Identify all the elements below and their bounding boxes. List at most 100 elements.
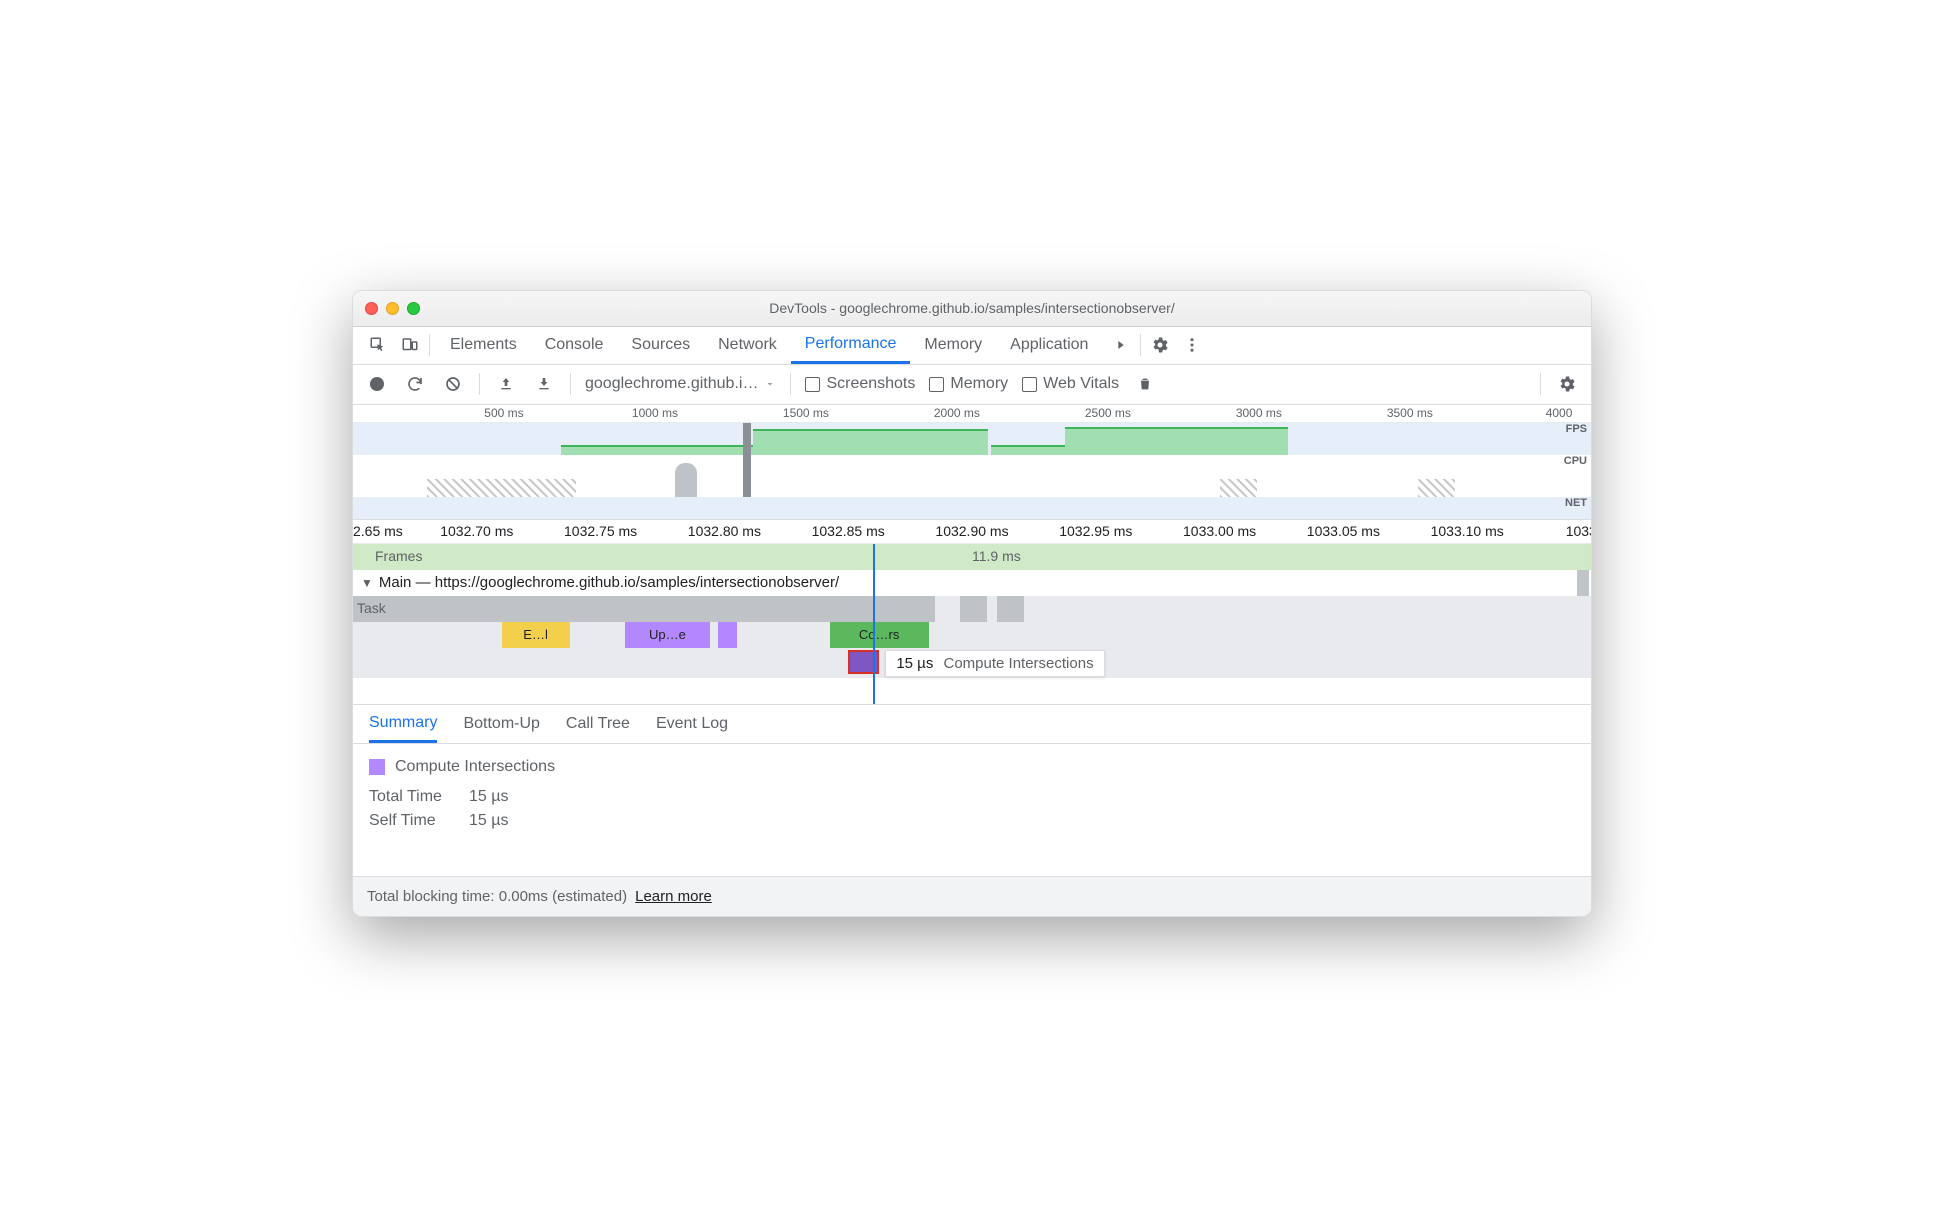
flame-event[interactable]: [718, 622, 737, 648]
frames-value: 11.9 ms: [972, 548, 1021, 564]
fps-lane: FPS: [353, 423, 1591, 455]
capture-settings-icon[interactable]: [1555, 372, 1579, 396]
webvitals-checkbox[interactable]: Web Vitals: [1022, 375, 1119, 393]
screenshots-checkbox[interactable]: Screenshots: [805, 375, 915, 393]
detail-tick: 1033.10 ms: [1431, 523, 1504, 539]
settings-icon[interactable]: [1147, 332, 1173, 358]
frames-track: Frames 11.9 ms: [353, 544, 1591, 570]
tab-memory[interactable]: Memory: [910, 327, 996, 364]
timeline-overview[interactable]: 500 ms1000 ms1500 ms2000 ms2500 ms3000 m…: [353, 405, 1591, 520]
detail-tick: 1032.90 ms: [935, 523, 1008, 539]
subevents-track: 15 µs Compute Intersections: [353, 648, 1591, 678]
fps-segment: [991, 445, 1065, 455]
overview-lanes: FPS CPU NET: [353, 423, 1591, 519]
flame-event[interactable]: Co…rs: [830, 622, 929, 648]
fps-segment: [753, 429, 988, 455]
record-button[interactable]: [365, 372, 389, 396]
memory-label: Memory: [950, 375, 1008, 393]
details-tab-summary[interactable]: Summary: [369, 705, 437, 743]
summary-row: Total Time 15 µs: [369, 788, 1575, 806]
profile-select-label: googlechrome.github.i…: [585, 375, 758, 393]
detail-tick: 1032.85 ms: [812, 523, 885, 539]
detail-tick: 1032.75 ms: [564, 523, 637, 539]
save-profile-icon[interactable]: [532, 372, 556, 396]
details-tab-bottom-up[interactable]: Bottom-Up: [463, 705, 539, 743]
overview-tick: 1500 ms: [783, 406, 829, 420]
summary-panel: Compute Intersections Total Time15 µsSel…: [353, 744, 1591, 876]
main-thread-header[interactable]: ▼ Main — https://googlechrome.github.io/…: [353, 570, 1591, 596]
fps-segment: [1065, 427, 1288, 455]
profile-select[interactable]: googlechrome.github.i…: [585, 375, 776, 393]
performance-toolbar: googlechrome.github.i… Screenshots Memor…: [353, 365, 1591, 405]
detail-tick: 1032.70 ms: [440, 523, 513, 539]
flame-chart[interactable]: Frames 11.9 ms ▼ Main — https://googlech…: [353, 544, 1591, 704]
cpu-label: CPU: [1564, 455, 1587, 467]
summary-key: Total Time: [369, 788, 449, 806]
reload-record-button[interactable]: [403, 372, 427, 396]
learn-more-link[interactable]: Learn more: [635, 888, 712, 905]
frames-label: Frames: [375, 548, 422, 564]
overview-tick: 500 ms: [484, 406, 523, 420]
detail-tick: 1032.80 ms: [688, 523, 761, 539]
inspect-element-icon[interactable]: [365, 332, 391, 358]
summary-row: Self Time 15 µs: [369, 812, 1575, 830]
load-profile-icon[interactable]: [494, 372, 518, 396]
main-tabs: ElementsConsoleSourcesNetworkPerformance…: [353, 327, 1591, 365]
window-title: DevTools - googlechrome.github.io/sample…: [353, 300, 1591, 316]
flame-event[interactable]: Up…e: [625, 622, 709, 648]
tab-application[interactable]: Application: [996, 327, 1102, 364]
webvitals-label: Web Vitals: [1043, 375, 1119, 393]
tab-network[interactable]: Network: [704, 327, 791, 364]
tab-performance[interactable]: Performance: [791, 327, 911, 364]
flame-event[interactable]: E…l: [502, 622, 570, 648]
task-segment[interactable]: [960, 596, 987, 622]
clear-button[interactable]: [441, 372, 465, 396]
titlebar: DevTools - googlechrome.github.io/sample…: [353, 291, 1591, 327]
device-toggle-icon[interactable]: [397, 332, 423, 358]
tab-elements[interactable]: Elements: [436, 327, 531, 364]
main-thread-title: Main — https://googlechrome.github.io/sa…: [379, 574, 839, 591]
overview-tick: 2500 ms: [1085, 406, 1131, 420]
event-color-swatch: [369, 759, 385, 775]
cpu-lane: CPU: [353, 455, 1591, 497]
separator: [1140, 334, 1141, 356]
details-tab-event-log[interactable]: Event Log: [656, 705, 728, 743]
summary-key: Self Time: [369, 812, 449, 830]
tooltip-duration: 15 µs: [896, 655, 933, 672]
tooltip-name: Compute Intersections: [944, 655, 1094, 672]
task-segment[interactable]: [353, 596, 935, 622]
task-segment[interactable]: [997, 596, 1024, 622]
kebab-menu-icon[interactable]: [1179, 332, 1205, 358]
events-track: E…l Up…e Co…rs: [353, 622, 1591, 648]
summary-value: 15 µs: [469, 788, 508, 806]
detail-tick: 1033.00 ms: [1183, 523, 1256, 539]
details-tabs: Summary Bottom-Up Call Tree Event Log: [353, 704, 1591, 744]
separator: [570, 373, 571, 395]
summary-title: Compute Intersections: [395, 758, 555, 776]
fps-label: FPS: [1566, 423, 1587, 435]
devtools-window: DevTools - googlechrome.github.io/sample…: [352, 290, 1592, 917]
memory-checkbox[interactable]: Memory: [929, 375, 1008, 393]
net-lane: NET: [353, 497, 1591, 519]
separator: [429, 334, 430, 356]
blocking-time-text: Total blocking time: 0.00ms (estimated): [367, 888, 627, 905]
fps-segment: [561, 445, 753, 455]
playhead[interactable]: [873, 544, 875, 704]
detail-tick: 1033.15: [1566, 523, 1591, 539]
detail-tick: 1032.95 ms: [1059, 523, 1132, 539]
tab-console[interactable]: Console: [531, 327, 618, 364]
overview-tick: 2000 ms: [934, 406, 980, 420]
task-label: Task: [357, 600, 386, 616]
more-tabs-icon[interactable]: [1108, 332, 1134, 358]
details-tab-call-tree[interactable]: Call Tree: [566, 705, 630, 743]
delete-profile-icon[interactable]: [1133, 372, 1157, 396]
overview-tick: 1000 ms: [632, 406, 678, 420]
status-bar: Total blocking time: 0.00ms (estimated) …: [353, 876, 1591, 916]
separator: [790, 373, 791, 395]
overview-ruler: 500 ms1000 ms1500 ms2000 ms2500 ms3000 m…: [353, 405, 1591, 423]
summary-value: 15 µs: [469, 812, 508, 830]
event-tooltip: 15 µs Compute Intersections: [885, 650, 1104, 677]
chevron-down-icon: ▼: [361, 576, 373, 590]
tab-sources[interactable]: Sources: [617, 327, 704, 364]
task-track: Task: [353, 596, 1591, 622]
